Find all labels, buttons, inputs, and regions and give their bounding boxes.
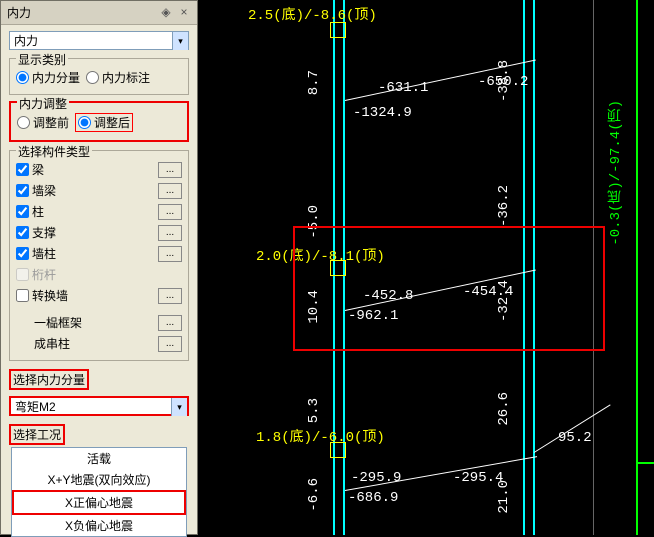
vvalue: 5.3 xyxy=(306,398,322,423)
list-item[interactable]: X负偏心地震 xyxy=(12,515,186,536)
display-type-title: 显示类别 xyxy=(16,51,68,68)
list-item[interactable]: 活载 xyxy=(12,448,186,469)
panel-title: 内力 xyxy=(7,4,31,21)
frame-label-2: 成串柱 xyxy=(34,335,70,352)
vvalue: 26.6 xyxy=(496,392,512,426)
check-wallbeam[interactable]: 墙梁 xyxy=(16,182,56,199)
radio-force-component[interactable]: 内力分量 xyxy=(16,69,80,86)
story-label-1: 2.5(底)/-8.6(顶) xyxy=(248,4,377,24)
highlight-box xyxy=(293,226,605,351)
vvalue: 21.0 xyxy=(496,480,512,514)
close-icon[interactable]: × xyxy=(177,6,191,20)
sidebar-panel: 内力 ◈ × 内力 ▾ 显示类别 内力分量 内力标注 内力调整 调整前 调整后 … xyxy=(0,0,198,535)
check-wallcolumn[interactable]: 墙柱 xyxy=(16,245,56,262)
component-value: 弯矩M2 xyxy=(15,398,56,415)
case-listbox[interactable]: 活载 X+Y地震(双向效应) X正偏心地震 X负偏心地震 xyxy=(11,447,187,537)
list-item-selected[interactable]: X正偏心地震 xyxy=(12,490,186,515)
adjust-group: 内力调整 调整前 调整后 xyxy=(9,101,189,142)
frame2-button[interactable]: ... xyxy=(158,336,182,352)
radio-after-adjust[interactable]: 调整后 xyxy=(75,113,133,132)
check-truss: 桁杆 xyxy=(16,266,56,283)
check-beam[interactable]: 梁 xyxy=(16,161,44,178)
value: 95.2 xyxy=(558,430,592,446)
transferwall-options-button[interactable]: ... xyxy=(158,288,182,304)
wall-label: -0.3(底)/-97.4(顶) xyxy=(606,100,626,246)
chevron-down-icon: ▾ xyxy=(171,398,187,416)
wallbeam-options-button[interactable]: ... xyxy=(158,183,182,199)
wallcolumn-options-button[interactable]: ... xyxy=(158,246,182,262)
pin-icon[interactable]: ◈ xyxy=(159,6,173,20)
case-label: 选择工况 xyxy=(9,424,65,445)
adjust-title: 内力调整 xyxy=(17,95,69,112)
value: -295.9 xyxy=(351,470,401,486)
vvalue: -6.6 xyxy=(306,478,322,512)
wall-line xyxy=(636,0,638,535)
value: -1324.9 xyxy=(353,105,412,121)
frame1-button[interactable]: ... xyxy=(158,315,182,331)
value: -686.9 xyxy=(348,490,398,506)
check-brace[interactable]: 支撑 xyxy=(16,224,56,241)
chevron-down-icon: ▾ xyxy=(172,32,188,50)
frame-label-1: 一榀框架 xyxy=(34,314,82,331)
radio-force-annotation[interactable]: 内力标注 xyxy=(86,69,150,86)
brace-options-button[interactable]: ... xyxy=(158,225,182,241)
story-label-3: 1.8(底)/-6.0(顶) xyxy=(256,426,385,446)
component-label: 选择内力分量 xyxy=(9,369,89,390)
node-square xyxy=(330,22,346,38)
diagram-canvas[interactable]: 2.5(底)/-8.6(顶) 2.0(底)/-8.1(顶) 1.8(底)/-6.… xyxy=(198,0,654,535)
component-dropdown[interactable]: 弯矩M2 ▾ xyxy=(9,396,189,416)
radio-before-adjust[interactable]: 调整前 xyxy=(17,114,69,131)
value: -631.1 xyxy=(378,80,428,96)
member-type-group: 选择构件类型 梁... 墙梁... 柱... 支撑... 墙柱... 桁杆 转换… xyxy=(9,150,189,361)
beam-options-button[interactable]: ... xyxy=(158,162,182,178)
column-options-button[interactable]: ... xyxy=(158,204,182,220)
panel-header: 内力 ◈ × xyxy=(1,1,197,25)
main-dropdown-value: 内力 xyxy=(14,32,38,49)
wall-hline xyxy=(636,462,654,464)
check-transferwall[interactable]: 转换墙 xyxy=(16,287,68,304)
list-item[interactable]: X+Y地震(双向效应) xyxy=(12,469,186,490)
vvalue: -38.8 xyxy=(496,60,512,102)
main-dropdown[interactable]: 内力 ▾ xyxy=(9,31,189,50)
vvalue: -36.2 xyxy=(496,185,512,227)
member-type-title: 选择构件类型 xyxy=(16,143,92,160)
display-type-group: 显示类别 内力分量 内力标注 xyxy=(9,58,189,95)
vvalue: 8.7 xyxy=(306,70,322,95)
check-column[interactable]: 柱 xyxy=(16,203,44,220)
